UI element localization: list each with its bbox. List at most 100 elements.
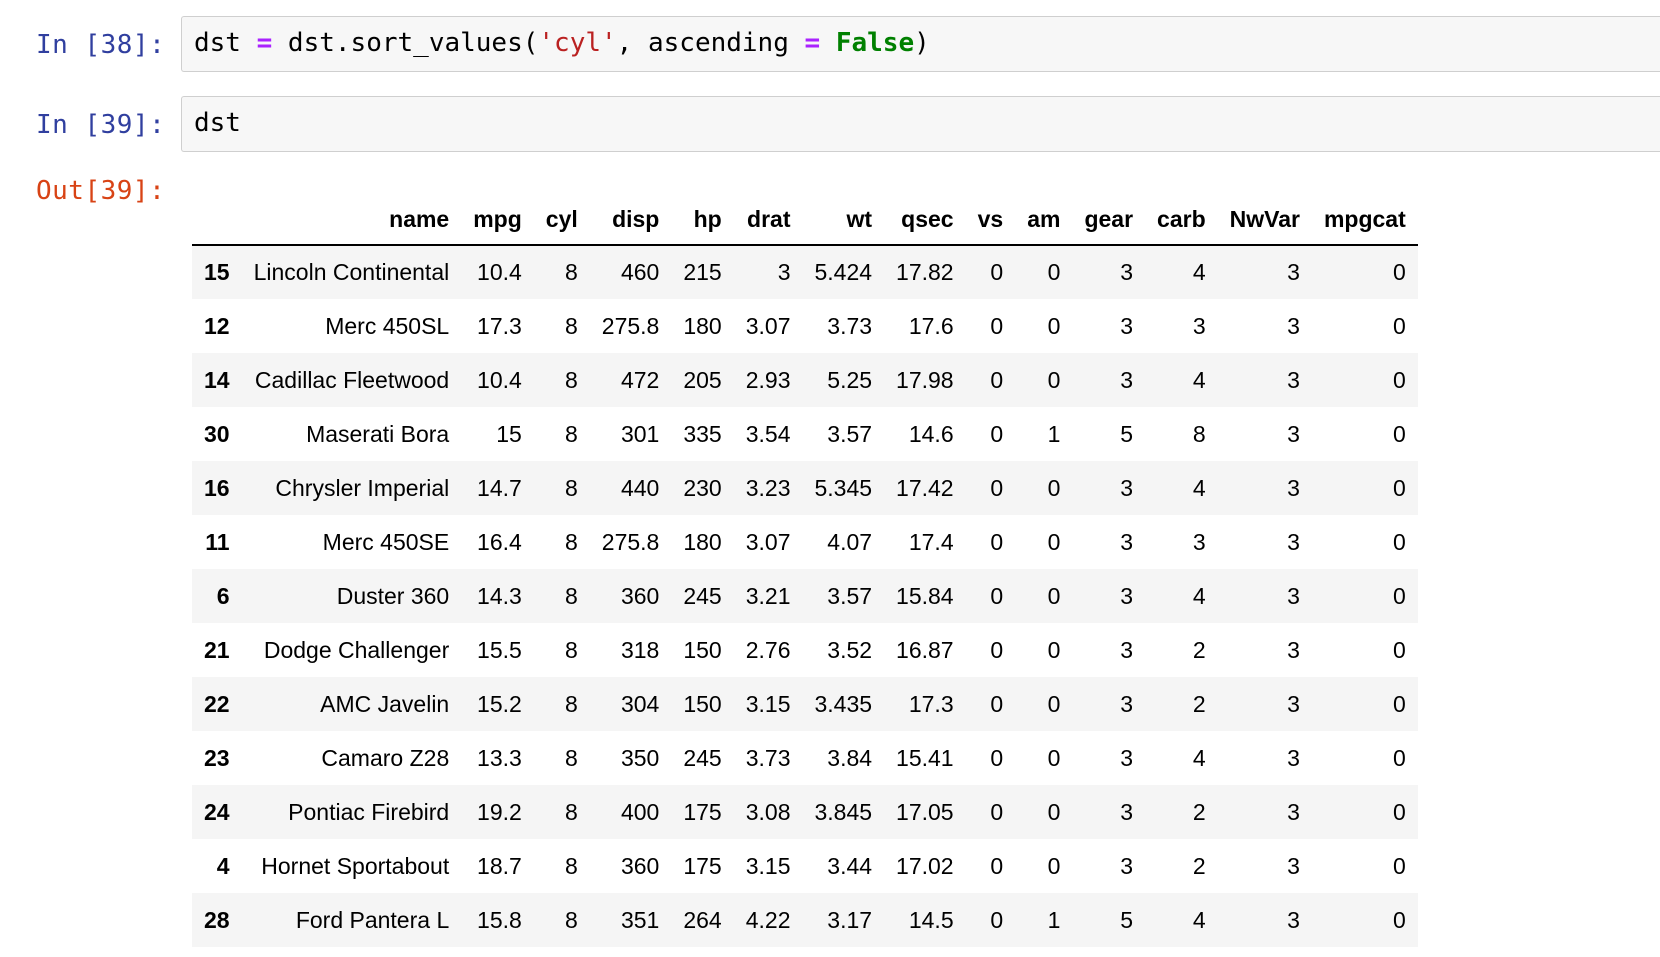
column-header-qsec: qsec [884,194,966,246]
column-header-name: name [241,194,462,246]
table-cell: 205 [683,366,722,393]
table-cell: 0 [1392,366,1406,393]
table-cell: 2 [1192,690,1206,717]
table-cell: 351 [620,906,660,933]
table-header-row: name mpg cyl disp hp drat wt qsec vs am gear carb Nw… [192,194,1418,246]
table-cell: 175 [683,852,722,879]
table-cell: 8 [564,312,578,339]
table-row: 4 Hornet Sportabout 18.7 8 360 175 3.15 3.44 17.… [192,839,1418,893]
table-cell: 0 [1392,852,1406,879]
table-cell: 0 [1047,690,1061,717]
table-cell: 4.22 [745,906,791,933]
table-cell: 215 [683,259,722,285]
table-cell: 14.6 [908,420,954,447]
column-header-am: am [1015,194,1073,246]
column-header-mpgcat: mpgcat [1311,194,1418,246]
table-cell: 3 [1120,690,1134,717]
code-editor[interactable]: dst = dst.sort_values('cyl', ascending =… [181,16,1660,72]
table-cell: 3.07 [745,312,791,339]
table-cell: 3.15 [745,852,791,879]
table-row: 12 Merc 450SL 17.3 8 275.8 180 3.07 3.73 17.6 0 0 3… [192,299,1418,353]
row-index: 12 [204,312,230,339]
table-cell: 15.5 [477,636,522,663]
table-cell: 2 [1192,798,1206,825]
table-cell: 440 [620,474,660,501]
table-cell: 0 [1047,636,1061,663]
table-cell: Hornet Sportabout [261,852,450,879]
table-cell: 0 [1047,798,1061,825]
table-cell: 0 [1047,366,1061,393]
table-cell: 10.4 [477,366,522,393]
table-cell: 3 [1287,636,1300,663]
table-cell: 8 [564,744,578,771]
table-cell: 275.8 [601,528,660,555]
table-cell: 0 [1392,906,1406,933]
code-editor[interactable]: dst [181,96,1660,152]
row-index: 21 [204,636,230,663]
table-cell: 304 [620,690,660,717]
table-cell: 0 [1392,582,1406,609]
table-cell: 15.8 [477,906,522,933]
table-cell: 0 [1047,744,1061,771]
table-cell: 2.93 [745,366,791,393]
table-cell: 230 [683,474,722,501]
table-cell: 180 [683,312,722,339]
column-header-carb: carb [1145,194,1218,246]
table-cell: 3.23 [745,474,791,501]
table-cell: 3.57 [827,582,873,609]
table-cell: 3 [1192,312,1206,339]
table-cell: 3.73 [827,312,873,339]
row-index: 28 [204,906,230,933]
table-cell: Maserati Bora [306,420,450,447]
table-cell: 4.07 [827,528,873,555]
table-cell: 360 [620,582,660,609]
table-row: 30 Maserati Bora 15 8 301 335 3.54 3.57 14.6 0 1 5 8… [192,407,1418,461]
table-cell: 0 [990,259,1004,285]
table-cell: 0 [1047,582,1061,609]
table-cell: 0 [990,636,1004,663]
table-cell: 5 [1120,420,1134,447]
table-cell: 3.57 [827,420,873,447]
table-cell: 8 [564,366,578,393]
table-cell: 3 [1287,420,1300,447]
table-cell: 17.6 [908,312,954,339]
table-row: 22 AMC Javelin 15.2 8 304 150 3.15 3.435 17.3 0 0 3… [192,677,1418,731]
table-cell: 3 [1120,474,1134,501]
table-cell: 14.5 [908,906,954,933]
table-cell: 275.8 [601,312,660,339]
table-cell: 17.42 [896,474,954,501]
table-cell: 3 [1287,259,1300,285]
column-header-disp: disp [589,194,672,246]
table-cell: 4 [1192,259,1206,285]
table-cell: 3.17 [827,906,873,933]
table-cell: 0 [1392,744,1406,771]
table-cell: 2 [1192,636,1206,663]
code-text: dst [194,108,241,138]
table-cell: Pontiac Firebird [288,798,450,825]
table-cell: 0 [1392,312,1406,339]
table-cell: 0 [1392,690,1406,717]
table-row: 23 Camaro Z28 13.3 8 350 245 3.73 3.84 15.41 0 0 3 4… [192,731,1418,785]
table-cell: 4 [1192,906,1206,933]
table-cell: 0 [1392,528,1406,555]
table-cell: 16.87 [896,636,954,663]
column-header-mpg: mpg [461,194,534,246]
table-cell: 3 [1120,312,1134,339]
table-cell: 3.08 [745,798,791,825]
table-row: 16 Chrysler Imperial 14.7 8 440 230 3.23 5.345 1… [192,461,1418,515]
table-cell: 4 [1192,366,1206,393]
table-body: 15 Lincoln Continental 10.4 8 460 215 3 5.424 17… [192,245,1418,947]
table-cell: 0 [1047,259,1061,285]
table-cell: 15 [496,420,522,447]
table-cell: 3 [1120,798,1134,825]
table-cell: 0 [990,582,1004,609]
table-cell: 8 [564,690,578,717]
table-cell: 0 [990,852,1004,879]
row-index: 6 [216,582,230,609]
table-cell: 0 [1047,312,1061,339]
table-cell: 400 [620,798,660,825]
index-header [192,194,242,246]
table-cell: Ford Pantera L [295,906,450,933]
row-index: 24 [204,798,230,825]
table-cell: 3 [1120,636,1134,663]
